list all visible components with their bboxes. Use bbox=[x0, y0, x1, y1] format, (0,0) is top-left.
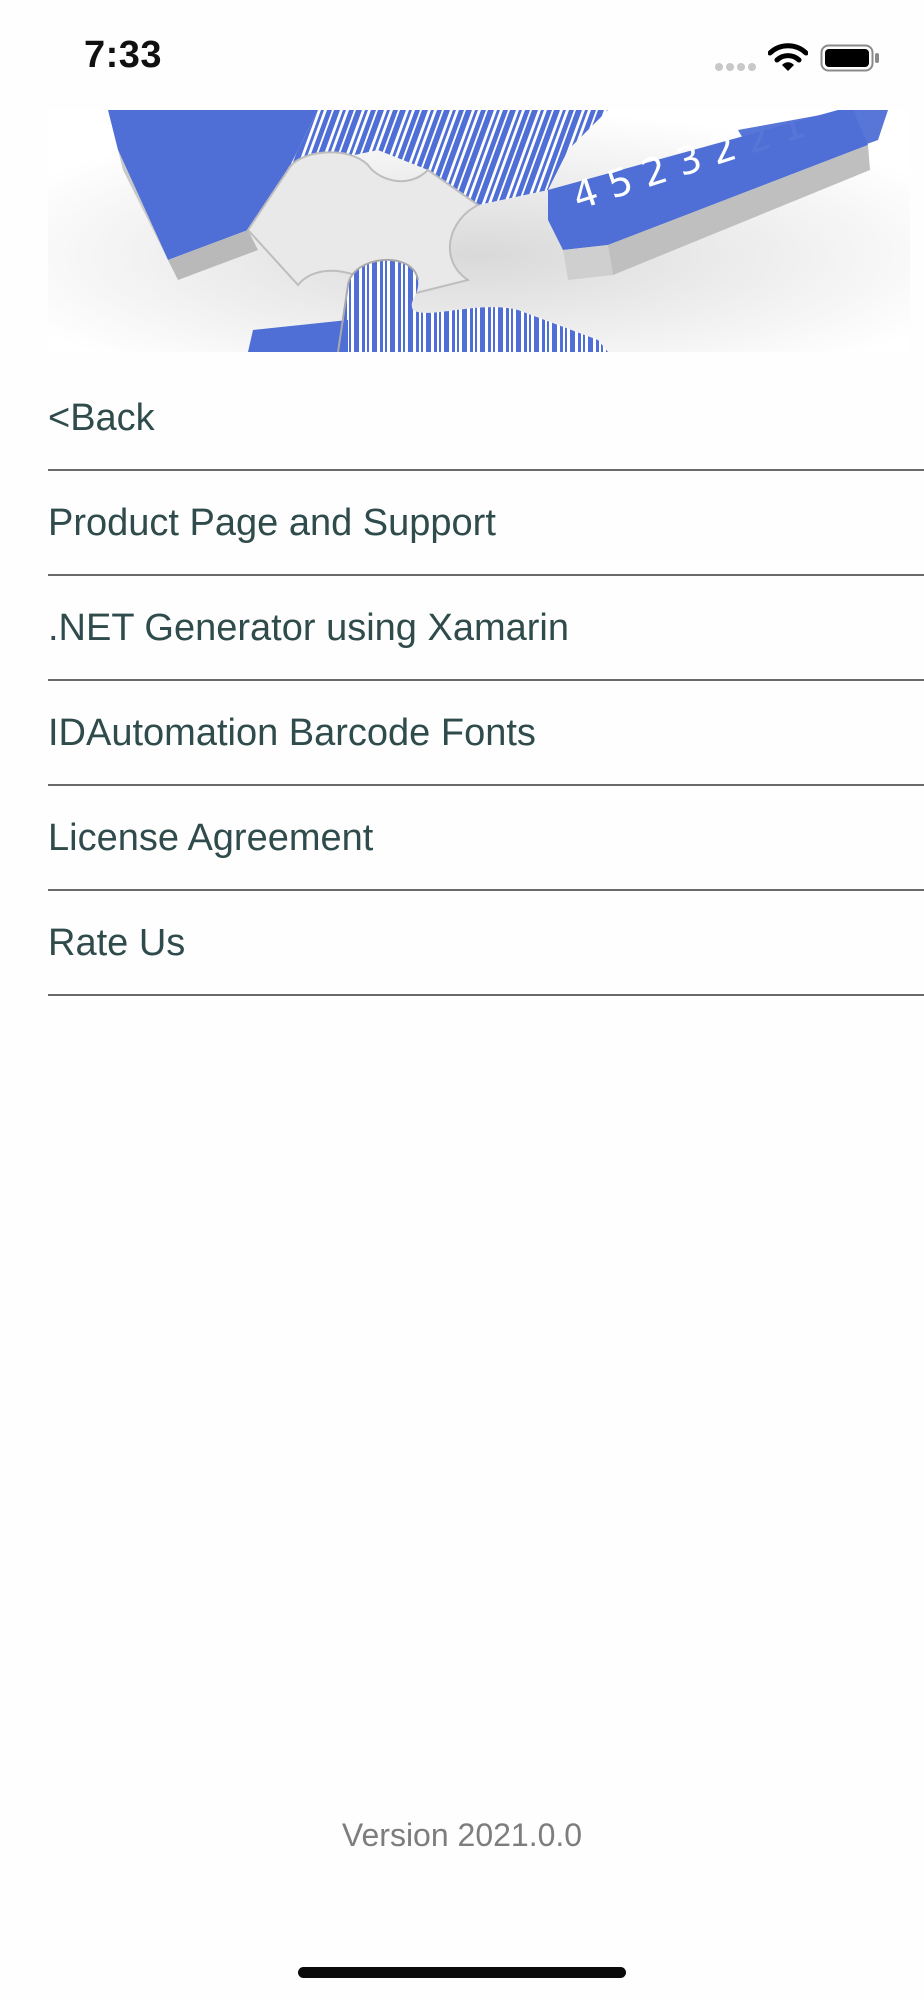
status-bar: 7:33 bbox=[0, 0, 924, 110]
battery-icon bbox=[820, 44, 879, 72]
menu-item-barcode-fonts[interactable]: IDAutomation Barcode Fonts bbox=[48, 681, 924, 786]
menu-item-label: Product Page and Support bbox=[48, 501, 496, 544]
menu-item-product-page-support[interactable]: Product Page and Support bbox=[48, 471, 924, 576]
wifi-icon bbox=[768, 43, 808, 71]
menu-item-label: .NET Generator using Xamarin bbox=[48, 606, 569, 649]
menu-item-label: <Back bbox=[48, 396, 155, 439]
menu-item-label: IDAutomation Barcode Fonts bbox=[48, 711, 536, 754]
version-label: Version 2021.0.0 bbox=[341, 1817, 583, 1853]
status-time: 7:33 bbox=[84, 34, 163, 76]
menu-item-rate-us[interactable]: Rate Us bbox=[48, 891, 924, 996]
signal-icon bbox=[715, 63, 756, 71]
menu-item-back[interactable]: <Back bbox=[48, 366, 924, 471]
menu-item-net-generator[interactable]: .NET Generator using Xamarin bbox=[48, 576, 924, 681]
menu-item-label: Rate Us bbox=[48, 921, 186, 964]
home-indicator[interactable] bbox=[298, 1967, 626, 1978]
menu-list: <Back Product Page and Support .NET Gene… bbox=[48, 366, 924, 996]
menu-item-license-agreement[interactable]: License Agreement bbox=[48, 786, 924, 891]
banner-image: 4 5 2 3 2 2 1 bbox=[48, 110, 910, 352]
menu-item-label: License Agreement bbox=[48, 816, 374, 859]
